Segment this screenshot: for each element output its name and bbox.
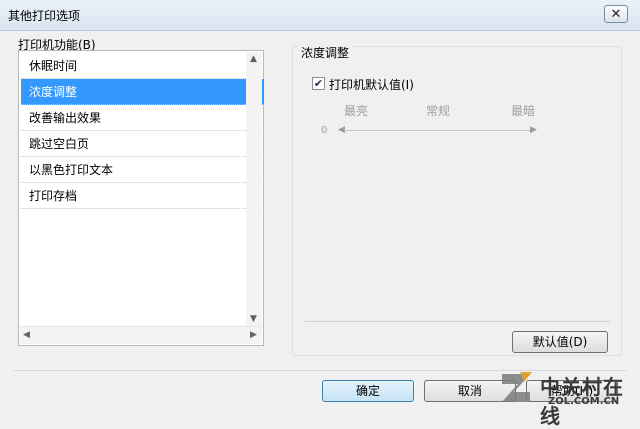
ok-button[interactable]: 确定 (322, 380, 414, 402)
vertical-scrollbar[interactable]: ▲ ▼ (246, 52, 262, 328)
function-list[interactable]: 休眠时间 浓度调整 改善输出效果 跳过空白页 以黑色打印文本 打印存档 ▲ ▼ … (18, 50, 264, 346)
scale-label-lightest: 最亮 (344, 104, 369, 118)
printer-default-label[interactable]: 打印机默认值(I) (329, 76, 414, 93)
scroll-left-icon[interactable]: ◀ (23, 330, 30, 340)
slider-right-icon[interactable]: ▶ (530, 125, 537, 135)
scale-label-darkest: 最暗 (511, 104, 536, 118)
close-icon: ✕ (610, 6, 622, 22)
list-item[interactable]: 浓度调整 (21, 79, 264, 105)
scroll-right-icon[interactable]: ▶ (250, 330, 257, 340)
default-value-button[interactable]: 默认值(D) (512, 331, 608, 353)
check-icon: ✔ (313, 77, 324, 90)
group-separator (305, 321, 610, 322)
watermark-domain: ZOL.COM.CN (548, 396, 620, 407)
list-item[interactable]: 以黑色打印文本 (21, 157, 264, 183)
scroll-up-icon[interactable]: ▲ (250, 54, 257, 64)
horizontal-scrollbar[interactable]: ◀ ▶ (20, 326, 262, 344)
list-item[interactable]: 休眠时间 (21, 53, 264, 79)
list-item[interactable]: 打印存档 (21, 183, 264, 209)
list-item[interactable]: 改善输出效果 (21, 105, 264, 131)
slider-value: 0 (321, 125, 328, 136)
list-item[interactable]: 跳过空白页 (21, 131, 264, 157)
window-title: 其他打印选项 (8, 9, 81, 23)
title-bar: 其他打印选项 ✕ (0, 0, 640, 31)
close-button[interactable]: ✕ (604, 5, 628, 23)
density-slider[interactable]: ◀ ▶ (338, 125, 538, 136)
footer-separator (14, 370, 626, 371)
slider-track-line (344, 130, 532, 131)
density-group-title: 浓度调整 (298, 44, 353, 61)
scroll-down-icon[interactable]: ▼ (250, 314, 257, 324)
scale-label-normal: 常规 (426, 104, 451, 118)
zol-logo-icon (502, 372, 532, 402)
printer-default-checkbox[interactable]: ✔ (312, 77, 325, 90)
